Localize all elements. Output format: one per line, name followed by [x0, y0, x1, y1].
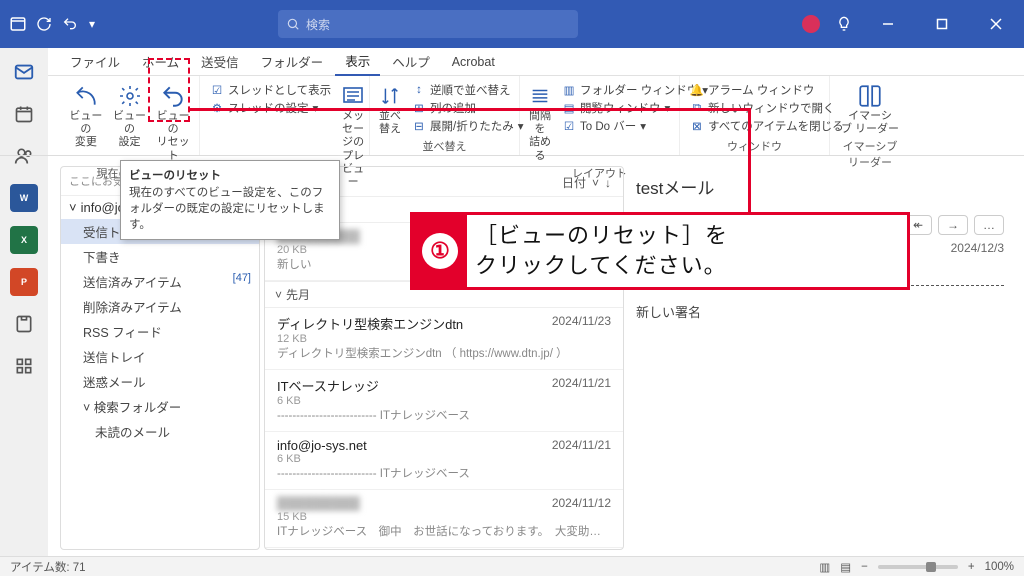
close-all-button[interactable]: ⊠すべてのアイテムを閉じる — [690, 118, 844, 134]
rail-more-icon[interactable] — [10, 352, 38, 380]
gear-icon — [116, 82, 144, 110]
rail-powerpoint-icon[interactable]: P — [10, 268, 38, 296]
reset-view-button[interactable]: ビューの リセット — [153, 80, 193, 163]
folder-item[interactable]: 削除済みアイテム — [61, 294, 259, 319]
spacing-icon — [526, 82, 554, 110]
sort-icon — [376, 82, 404, 110]
folder-item[interactable]: RSS フィード — [61, 319, 259, 344]
view-normal-icon[interactable]: ▥ — [819, 560, 830, 574]
search-box[interactable]: 検索 — [278, 10, 578, 38]
folder-pane-icon: ▥ — [562, 83, 576, 97]
menu-folder[interactable]: フォルダー — [251, 48, 334, 75]
checkbox-icon: ☑ — [210, 83, 224, 97]
tooltip-body: 現在のすべてのビュー設定を、このフォルダーの既定の設定にリセットします。 — [129, 185, 331, 233]
menu-home[interactable]: ホーム — [132, 48, 189, 75]
close-all-icon: ⊠ — [690, 119, 704, 133]
reverse-icon: ↕ — [412, 83, 426, 97]
change-view-button[interactable]: ビューの 変更 — [66, 80, 106, 150]
menu-sendreceive[interactable]: 送受信 — [191, 48, 249, 75]
reset-icon — [159, 82, 187, 110]
expand-icon: ⊟ — [412, 119, 426, 133]
title-bar: ▾ 検索 — [0, 0, 1024, 48]
rail-excel-icon[interactable]: X — [10, 226, 38, 254]
alarm-window-button[interactable]: 🔔アラーム ウィンドウ — [690, 82, 844, 98]
menu-acrobat[interactable]: Acrobat — [442, 51, 505, 73]
search-placeholder: 検索 — [306, 16, 330, 33]
tooltip-title: ビューのリセット — [129, 167, 331, 183]
book-icon — [856, 82, 884, 110]
show-as-thread-check[interactable]: ☑スレッドとして表示 — [210, 82, 331, 98]
user-avatar[interactable] — [802, 15, 820, 33]
immersive-reader-button[interactable]: イマーシ ブ リーダー — [840, 80, 900, 136]
zoom-in-button[interactable]: + — [968, 561, 975, 573]
rail-tasks-icon[interactable] — [10, 310, 38, 338]
callout-badge: ① — [413, 215, 467, 287]
expand-collapse-button[interactable]: ⊟展開/折りたたみ ▾ — [412, 118, 523, 134]
outlook-icon — [8, 14, 28, 34]
change-view-icon — [72, 82, 100, 110]
more-actions-button[interactable]: … — [974, 215, 1004, 235]
chevron-down-icon: ˅ — [592, 176, 599, 190]
folder-item[interactable]: 送信済みアイテム[47] — [61, 269, 259, 294]
callout-connector-v — [748, 108, 751, 214]
help-icon[interactable] — [834, 14, 854, 34]
view-settings-button[interactable]: ビューの 設定 — [110, 80, 150, 150]
zoom-slider[interactable] — [878, 565, 958, 569]
reverse-sort-button[interactable]: ↕逆順で並べ替え — [412, 82, 523, 98]
menu-file[interactable]: ファイル — [60, 48, 130, 75]
search-icon — [286, 17, 300, 31]
ribbon: ビューの 変更 ビューの 設定 ビューの リセット 現在のビュー ☑スレッドとし… — [0, 76, 1024, 156]
menu-bar: ファイル ホーム 送受信 フォルダー 表示 ヘルプ Acrobat — [0, 48, 1024, 76]
maximize-button[interactable] — [922, 4, 962, 44]
menu-view[interactable]: 表示 — [335, 47, 380, 76]
message-preview-icon — [339, 82, 367, 110]
message-item[interactable]: █████████2024/11/1215 KBITナレッジベース 御中 お世話… — [265, 490, 623, 548]
message-item[interactable]: ITベースナレッジ2024/11/216 KB-----------------… — [265, 370, 623, 432]
message-item[interactable]: info@jo-sys.net2024/11/216 KB-----------… — [265, 432, 623, 490]
view-reading-icon[interactable]: ▤ — [840, 560, 851, 574]
zoom-level: 100% — [985, 561, 1014, 573]
folder-item[interactable]: ˅ 検索フォルダー — [61, 394, 259, 419]
close-button[interactable] — [976, 4, 1016, 44]
sync-icon[interactable] — [34, 14, 54, 34]
callout-connector-h — [190, 108, 750, 111]
group-window-label: ウィンドウ — [686, 136, 823, 154]
chevron-down-icon: ˅ — [69, 200, 77, 215]
folder-item[interactable]: 迷惑メール — [61, 369, 259, 394]
menu-help[interactable]: ヘルプ — [382, 48, 440, 75]
msglist-sort[interactable]: 日付˅↓ — [562, 173, 611, 192]
spacing-button[interactable]: 間隔を 詰める — [526, 80, 554, 163]
instruction-callout: ① ［ビューのリセット］を クリックしてください。 — [410, 212, 910, 290]
item-count: アイテム数: 71 — [10, 559, 86, 575]
folder-item[interactable]: 下書き — [61, 244, 259, 269]
preview-subject: testメール — [636, 170, 1004, 215]
message-item[interactable]: ディレクトリ型検索エンジンdtn2024/11/2312 KBディレクトリ型検索… — [265, 308, 623, 370]
preview-body: 新しい署名 — [636, 302, 1004, 321]
arrow-down-icon: ↓ — [605, 176, 611, 190]
folder-item[interactable]: 送信トレイ — [61, 344, 259, 369]
rail-word-icon[interactable]: W — [10, 184, 38, 212]
status-bar: アイテム数: 71 ▥ ▤ − + 100% — [0, 556, 1024, 576]
todo-icon: ☑ — [562, 119, 576, 133]
undo-icon[interactable] — [60, 14, 80, 34]
dropdown-icon[interactable]: ▾ — [86, 14, 98, 34]
callout-text: ［ビューのリセット］を クリックしてください。 — [467, 215, 907, 287]
folder-item[interactable]: 未読のメール — [61, 419, 259, 444]
alarm-icon: 🔔 — [690, 83, 704, 97]
reset-view-tooltip: ビューのリセット 現在のすべてのビュー設定を、このフォルダーの既定の設定にリセッ… — [120, 160, 340, 240]
group-sort-label: 並べ替え — [376, 136, 513, 154]
minimize-button[interactable] — [868, 4, 908, 44]
forward-button[interactable]: → — [938, 215, 968, 235]
zoom-out-button[interactable]: − — [861, 561, 868, 573]
